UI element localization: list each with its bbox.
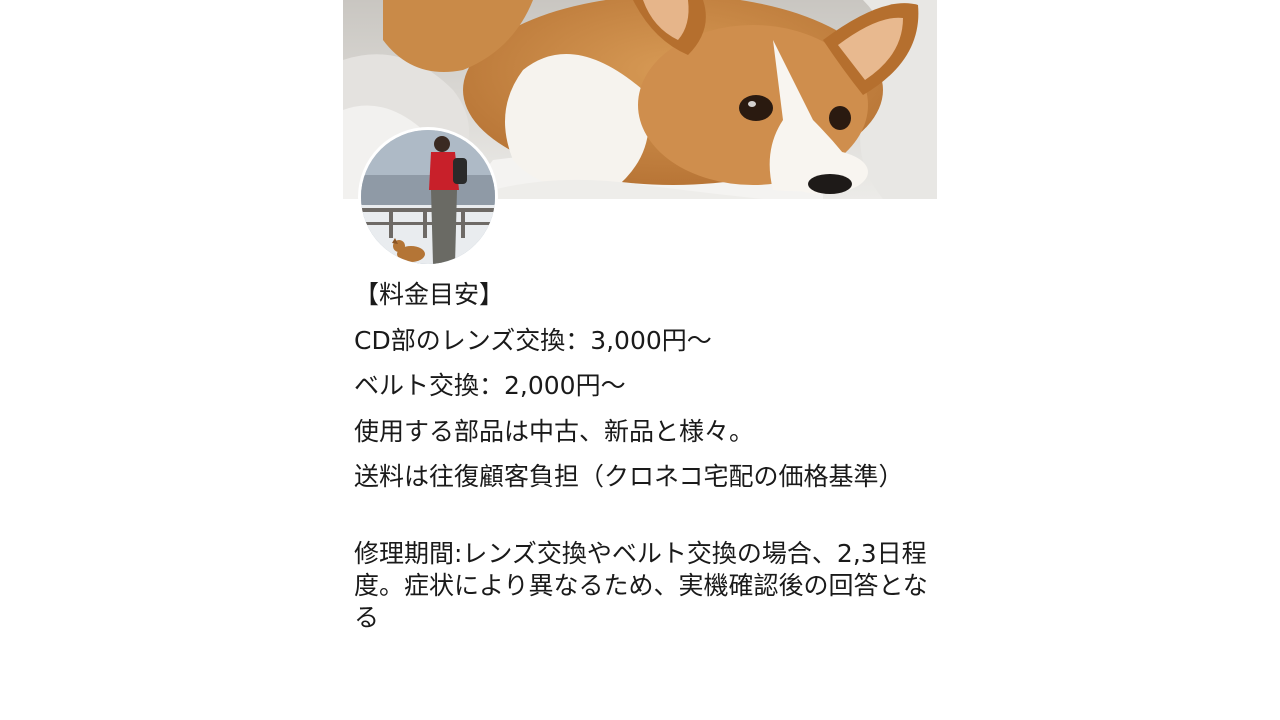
shipping-note: 送料は往復顧客負担（クロネコ宅配の価格基準） — [354, 462, 904, 491]
pricing-heading: 【料金目安】 — [354, 280, 505, 309]
profile-description: 【料金目安】 CD部のレンズ交換：3,000円〜 ベルト交換：2,000円〜 使… — [354, 279, 944, 634]
profile-column: 【料金目安】 CD部のレンズ交換：3,000円〜 ベルト交換：2,000円〜 使… — [343, 0, 937, 720]
parts-note: 使用する部品は中古、新品と様々。 — [354, 416, 755, 446]
profile-page: 【料金目安】 CD部のレンズ交換：3,000円〜 ベルト交換：2,000円〜 使… — [0, 0, 1280, 720]
repair-period: 修理期間:レンズ交換やベルト交換の場合、2,3日程度。症状により異なるため、実機… — [354, 539, 928, 632]
avatar-photo — [361, 130, 495, 264]
avatar[interactable] — [358, 127, 498, 267]
pricing-belt-exchange: ベルト交換：2,000円〜 — [354, 371, 626, 400]
pricing-lens-exchange: CD部のレンズ交換：3,000円〜 — [354, 325, 712, 355]
